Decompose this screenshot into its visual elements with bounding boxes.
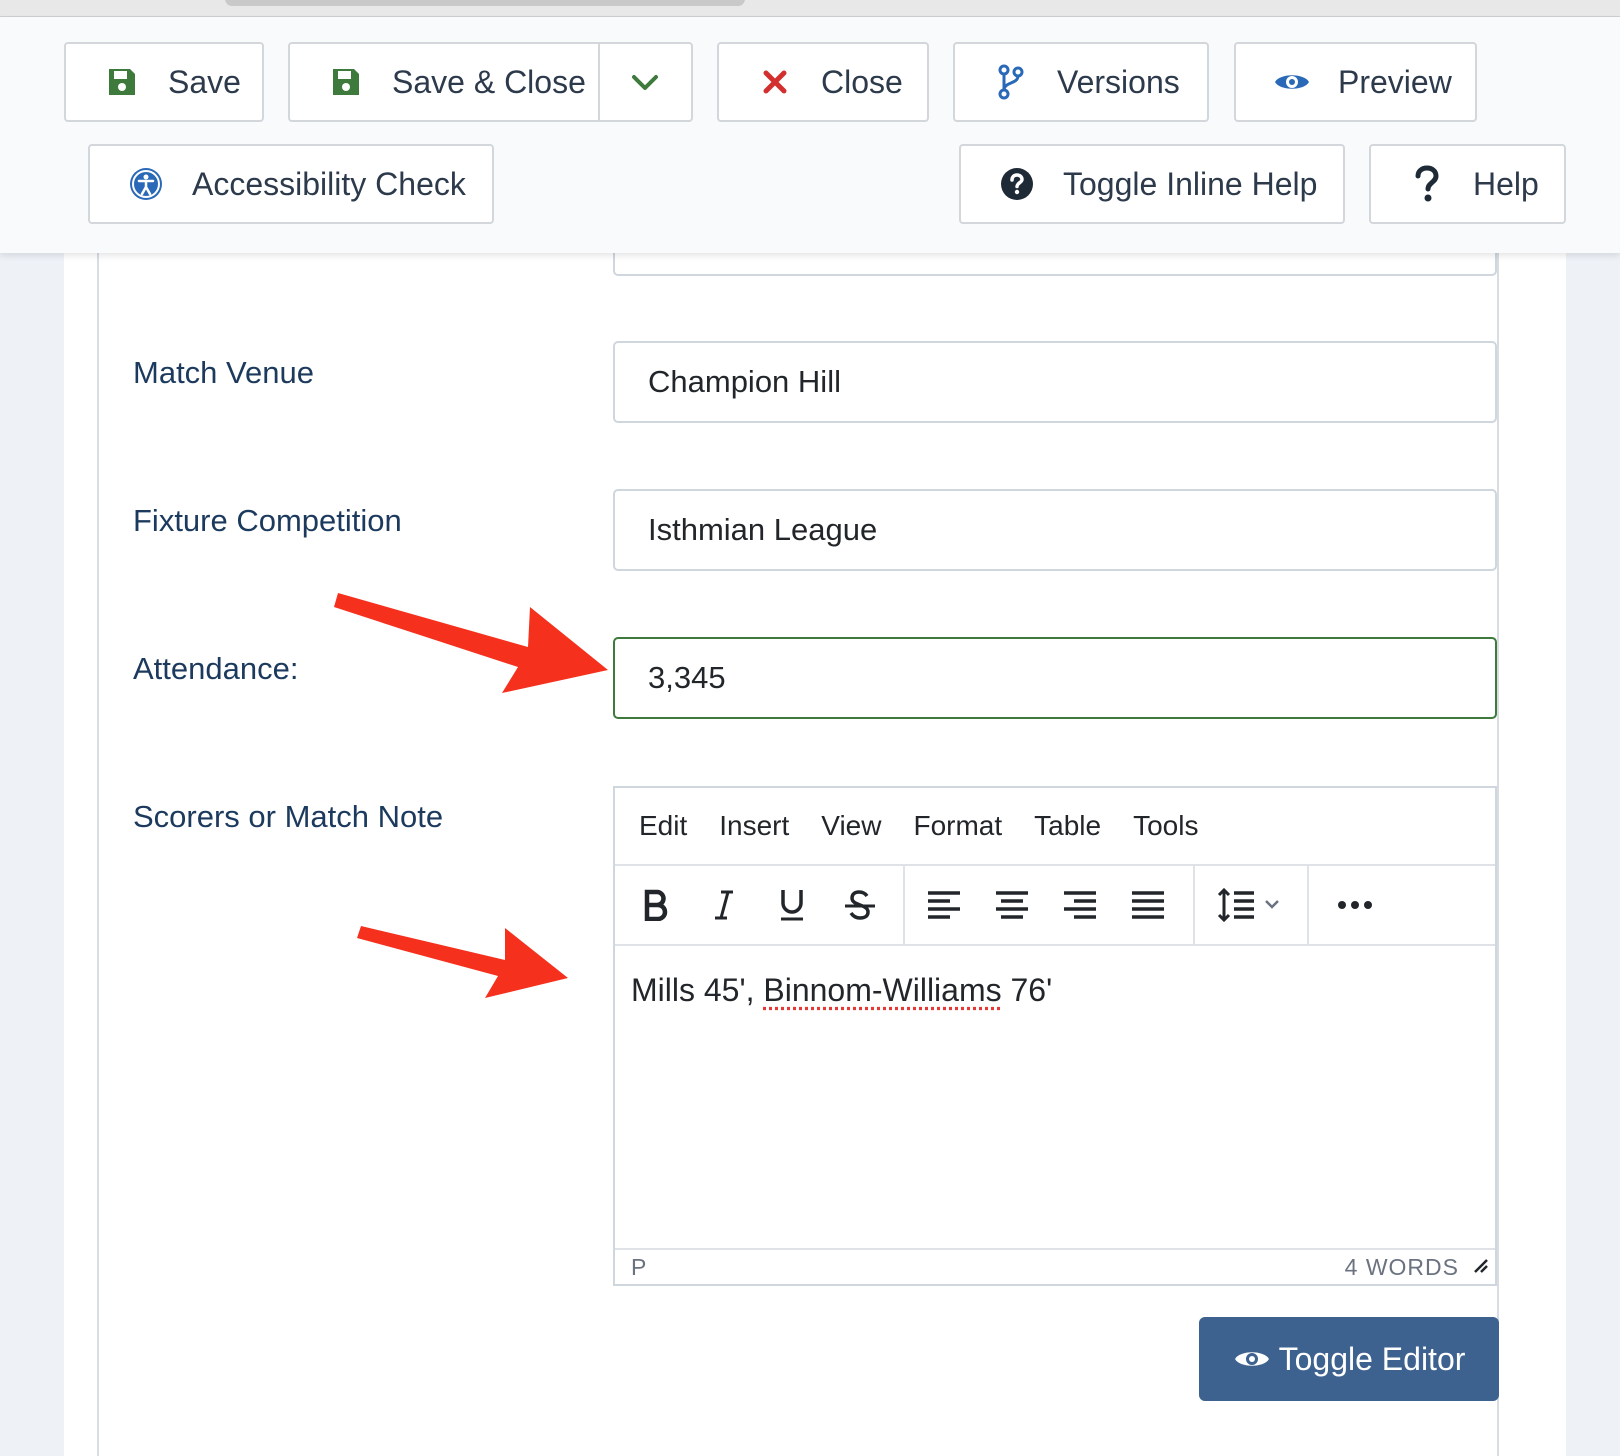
preview-button[interactable]: Preview <box>1234 42 1477 122</box>
attendance-label: Attendance: <box>133 651 299 686</box>
toggle-editor-button[interactable]: Toggle Editor <box>1199 1317 1499 1401</box>
save-and-close-button[interactable]: Save & Close <box>288 42 693 122</box>
fixture-competition-label: Fixture Competition <box>133 503 402 538</box>
align-right-icon[interactable] <box>1047 866 1113 944</box>
accessibility-check-button[interactable]: Accessibility Check <box>88 144 494 224</box>
align-justify-icon[interactable] <box>1115 866 1181 944</box>
save-button[interactable]: Save <box>64 42 264 122</box>
split-divider <box>598 44 600 120</box>
eye-icon <box>1272 62 1312 102</box>
save-and-close-label: Save & Close <box>392 63 586 100</box>
browser-top-strip <box>0 0 1620 17</box>
element-path[interactable]: P <box>631 1254 646 1281</box>
bold-icon[interactable] <box>623 866 689 944</box>
help-label: Help <box>1473 165 1539 202</box>
more-options-icon[interactable] <box>1315 866 1395 944</box>
editor-format-toolbar <box>615 866 1495 946</box>
editor-text-tail: 76' <box>1001 972 1053 1008</box>
code-branch-icon <box>991 62 1031 102</box>
annotation-arrow-attendance <box>334 593 608 693</box>
underline-icon[interactable] <box>759 866 825 944</box>
toggle-inline-help-label: Toggle Inline Help <box>1063 165 1318 202</box>
menu-insert[interactable]: Insert <box>719 810 789 842</box>
floppy-disk-icon <box>102 62 142 102</box>
resize-handle-icon[interactable] <box>1469 1253 1489 1280</box>
floppy-disk-icon <box>326 62 366 102</box>
scorers-label: Scorers or Match Note <box>133 799 444 834</box>
toolbar-separator <box>1193 866 1195 944</box>
browser-address-pill <box>225 0 745 6</box>
editor-menubar: Edit Insert View Format Table Tools <box>615 788 1495 866</box>
chevron-down-icon[interactable] <box>628 66 662 108</box>
action-toolbar: Save Save & Close Close Versions Preview <box>0 17 1620 253</box>
menu-table[interactable]: Table <box>1034 810 1101 842</box>
close-button[interactable]: Close <box>717 42 929 122</box>
align-left-icon[interactable] <box>911 866 977 944</box>
line-height-icon[interactable] <box>1203 866 1299 944</box>
editor-content[interactable]: Mills 45', Binnom-Williams 76' <box>631 972 1052 1009</box>
word-count: 4 WORDS <box>1344 1254 1459 1280</box>
close-label: Close <box>821 63 903 100</box>
accessibility-check-label: Accessibility Check <box>192 165 466 202</box>
annotation-arrow-scorers <box>357 926 568 998</box>
match-venue-input[interactable]: Champion Hill <box>613 341 1497 423</box>
preview-label: Preview <box>1338 63 1452 100</box>
help-button[interactable]: Help <box>1369 144 1566 224</box>
menu-tools[interactable]: Tools <box>1133 810 1198 842</box>
attendance-input[interactable]: 3,345 <box>613 637 1497 719</box>
versions-label: Versions <box>1057 63 1180 100</box>
strikethrough-icon[interactable] <box>827 866 893 944</box>
editor-text-misspelled: Binnom-Williams <box>763 972 1002 1008</box>
save-label: Save <box>168 63 241 100</box>
question-mark-icon <box>1407 164 1447 204</box>
editor-statusbar: P 4 WORDS <box>615 1248 1495 1284</box>
close-icon <box>755 62 795 102</box>
question-circle-icon <box>997 164 1037 204</box>
toggle-editor-label: Toggle Editor <box>1278 1340 1466 1377</box>
toggle-inline-help-button[interactable]: Toggle Inline Help <box>959 144 1345 224</box>
menu-edit[interactable]: Edit <box>639 810 687 842</box>
menu-view[interactable]: View <box>821 810 881 842</box>
toolbar-separator <box>1307 866 1309 944</box>
accessibility-icon <box>126 164 166 204</box>
align-center-icon[interactable] <box>979 866 1045 944</box>
italic-icon[interactable] <box>691 866 757 944</box>
menu-format[interactable]: Format <box>913 810 1002 842</box>
fixture-competition-input[interactable]: Isthmian League <box>613 489 1497 571</box>
match-venue-label: Match Venue <box>133 355 314 390</box>
toolbar-separator <box>903 866 905 944</box>
attendance-value: 3,345 <box>648 660 726 695</box>
rich-text-editor[interactable]: Edit Insert View Format Table Tools Mill… <box>613 786 1497 1286</box>
eye-icon <box>1233 1346 1271 1372</box>
editor-text-plain: Mills 45', <box>631 972 764 1008</box>
match-venue-value: Champion Hill <box>648 364 841 399</box>
versions-button[interactable]: Versions <box>953 42 1209 122</box>
fixture-competition-value: Isthmian League <box>648 512 878 547</box>
